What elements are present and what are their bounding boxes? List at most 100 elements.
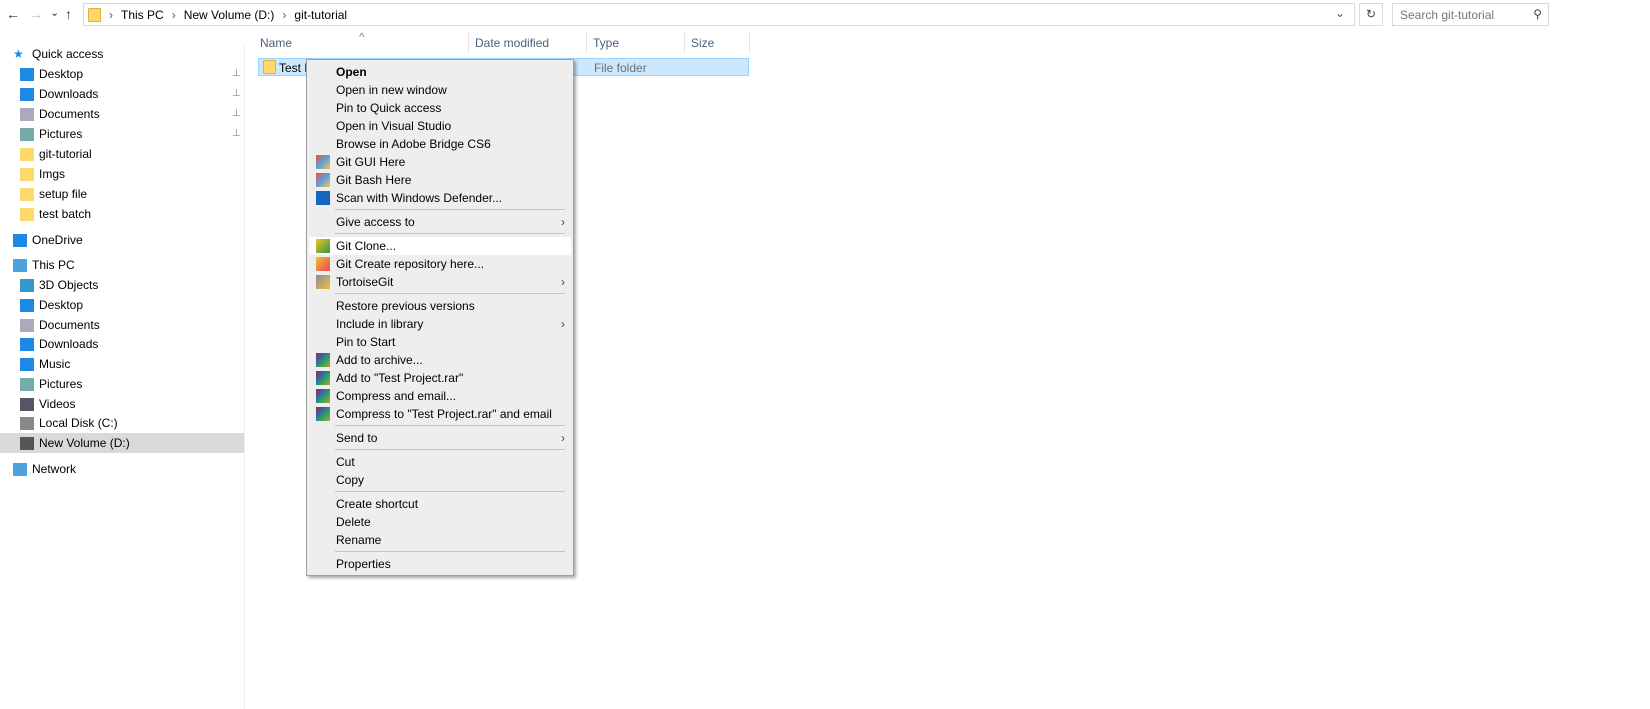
sidebar-item-new-volume-d[interactable]: New Volume (D:) [0, 433, 244, 453]
chevron-right-icon: › [561, 275, 565, 289]
menu-item-send-to[interactable]: Send to › [309, 429, 571, 447]
pictures-icon [20, 377, 34, 391]
chevron-right-icon: › [561, 431, 565, 445]
computer-icon [13, 258, 27, 272]
git-create-icon [316, 257, 330, 271]
menu-item-delete[interactable]: Delete [309, 513, 571, 531]
breadcrumb-git-tutorial[interactable]: git-tutorial [294, 8, 347, 22]
sidebar-item-setup-file[interactable]: setup file [0, 184, 244, 204]
sidebar-item-local-disk-c[interactable]: Local Disk (C:) [0, 413, 244, 433]
menu-item-label: Scan with Windows Defender... [336, 191, 503, 205]
pin-icon[interactable]: ⊥ [232, 104, 241, 124]
menu-item-add-to-test-project-rar[interactable]: Add to "Test Project.rar" [309, 369, 571, 387]
column-label: Name [260, 36, 293, 50]
menu-item-pin-to-quick-access[interactable]: Pin to Quick access [309, 99, 571, 117]
menu-item-copy[interactable]: Copy [309, 471, 571, 489]
sidebar-item-documents[interactable]: Documents ⊥ [0, 104, 244, 124]
menu-item-label: Open in new window [336, 83, 447, 97]
menu-item-label: Rename [336, 533, 382, 547]
sidebar-item-label: git-tutorial [39, 147, 92, 161]
menu-item-git-create-repository-here[interactable]: Git Create repository here... [309, 255, 571, 273]
menu-item-git-clone[interactable]: Git Clone... [309, 237, 571, 255]
video-icon [20, 397, 34, 411]
sidebar-item-label: Downloads [39, 87, 99, 101]
cube-icon [20, 278, 34, 292]
menu-item-cut[interactable]: Cut [309, 453, 571, 471]
menu-item-scan-with-windows-defender[interactable]: Scan with Windows Defender... [309, 189, 571, 207]
sidebar-item-test-batch[interactable]: test batch [0, 204, 244, 224]
navigation-bar: ← → ⌄ ↑ › This PC › New Volume (D:) › gi… [0, 0, 1650, 30]
sidebar-item-git-tutorial[interactable]: git-tutorial [0, 144, 244, 164]
menu-item-properties[interactable]: Properties [309, 555, 571, 573]
sidebar-item-desktop[interactable]: Desktop ⊥ [0, 64, 244, 84]
pin-icon[interactable]: ⊥ [232, 64, 241, 84]
menu-item-git-gui-here[interactable]: Git GUI Here [309, 153, 571, 171]
sidebar-item-downloads[interactable]: Downloads [0, 334, 244, 354]
menu-item-tortoisegit[interactable]: TortoiseGit › [309, 273, 571, 291]
git-clone-icon [316, 239, 330, 253]
menu-item-label: Pin to Start [336, 335, 396, 349]
menu-item-rename[interactable]: Rename [309, 531, 571, 549]
cloud-icon [13, 233, 27, 247]
menu-item-label: Git Bash Here [336, 173, 412, 187]
sidebar-item-downloads[interactable]: Downloads ⊥ [0, 84, 244, 104]
menu-item-pin-to-start[interactable]: Pin to Start [309, 333, 571, 351]
recent-locations-button[interactable]: ⌄ [50, 6, 59, 19]
menu-item-compress-to-test-project-rar-and-email[interactable]: Compress to "Test Project.rar" and email [309, 405, 571, 423]
menu-item-include-in-library[interactable]: Include in library › [309, 315, 571, 333]
menu-item-give-access-to[interactable]: Give access to › [309, 213, 571, 231]
desktop-icon [20, 67, 34, 81]
menu-item-add-to-archive[interactable]: Add to archive... [309, 351, 571, 369]
column-size[interactable]: Size [685, 32, 750, 54]
sidebar-item-desktop[interactable]: Desktop [0, 295, 244, 315]
sidebar-item-network[interactable]: Network [0, 459, 244, 479]
menu-item-label: Pin to Quick access [336, 101, 442, 115]
sidebar-item-label: Documents [39, 107, 100, 121]
back-button[interactable]: ← [6, 6, 20, 22]
column-date-modified[interactable]: Date modified [469, 32, 587, 54]
star-icon: ★ [13, 46, 24, 61]
address-dropdown-button[interactable]: ⌄ [1335, 6, 1345, 20]
sidebar-item-3d-objects[interactable]: 3D Objects [0, 275, 244, 295]
menu-separator [335, 551, 565, 552]
pin-icon[interactable]: ⊥ [232, 124, 241, 144]
navigation-pane: ★ Quick access Desktop ⊥ Downloads ⊥ Documents… [0, 44, 245, 709]
menu-separator [335, 209, 565, 210]
forward-button[interactable]: → [29, 6, 43, 22]
sidebar-item-videos[interactable]: Videos [0, 394, 244, 414]
breadcrumb-separator: › [282, 7, 287, 22]
sidebar-item-pictures[interactable]: Pictures ⊥ [0, 124, 244, 144]
menu-item-browse-in-adobe-bridge-cs6[interactable]: Browse in Adobe Bridge CS6 [309, 135, 571, 153]
menu-item-open-in-new-window[interactable]: Open in new window [309, 81, 571, 99]
menu-item-restore-previous-versions[interactable]: Restore previous versions [309, 297, 571, 315]
refresh-button[interactable]: ↻ [1359, 3, 1383, 26]
drive-icon [20, 416, 34, 430]
sidebar-item-documents[interactable]: Documents [0, 315, 244, 335]
menu-item-git-bash-here[interactable]: Git Bash Here [309, 171, 571, 189]
menu-item-create-shortcut[interactable]: Create shortcut [309, 495, 571, 513]
column-name[interactable]: Name ^ [254, 30, 469, 54]
address-bar[interactable]: › This PC › New Volume (D:) › git-tutori… [83, 3, 1355, 26]
column-type[interactable]: Type [587, 32, 685, 54]
sidebar-item-music[interactable]: Music [0, 354, 244, 374]
sidebar-item-label: Pictures [39, 377, 83, 391]
search-input[interactable]: Search git-tutorial ⚲ [1392, 3, 1549, 26]
sidebar-item-pictures[interactable]: Pictures [0, 374, 244, 394]
menu-separator [335, 449, 565, 450]
menu-item-open[interactable]: Open [309, 63, 571, 81]
breadcrumb-new-volume[interactable]: New Volume (D:) [184, 8, 275, 22]
pin-icon[interactable]: ⊥ [232, 84, 241, 104]
sidebar-item-onedrive[interactable]: OneDrive [0, 230, 244, 250]
menu-item-label: Delete [336, 515, 371, 529]
sort-ascending-icon: ^ [359, 30, 365, 44]
file-type: File folder [594, 61, 647, 75]
menu-item-label: Restore previous versions [336, 299, 475, 313]
up-button[interactable]: ↑ [65, 6, 72, 22]
menu-item-compress-and-email[interactable]: Compress and email... [309, 387, 571, 405]
sidebar-item-this-pc[interactable]: This PC [0, 255, 244, 275]
menu-item-open-in-visual-studio[interactable]: Open in Visual Studio [309, 117, 571, 135]
sidebar-item-label: Documents [39, 318, 100, 332]
sidebar-item-quick-access[interactable]: ★ Quick access [0, 44, 244, 64]
sidebar-item-imgs[interactable]: Imgs [0, 164, 244, 184]
breadcrumb-this-pc[interactable]: This PC [121, 8, 164, 22]
